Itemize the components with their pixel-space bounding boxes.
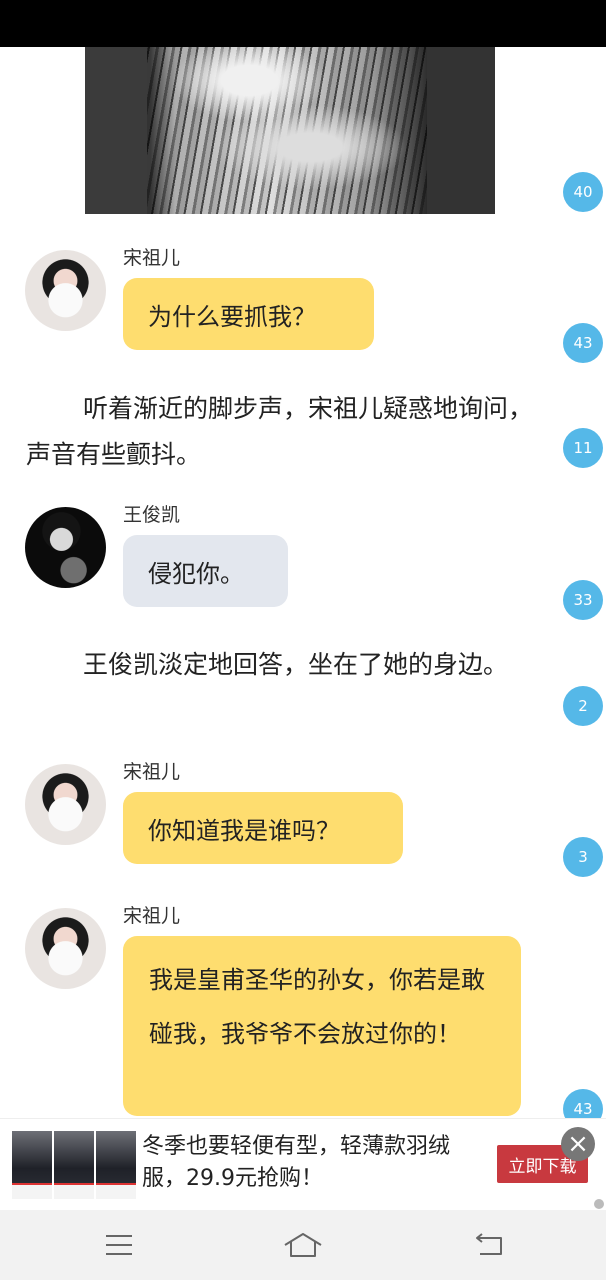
ad-product-image — [54, 1131, 94, 1199]
home-icon[interactable] — [283, 1225, 323, 1265]
ad-product-image — [12, 1131, 52, 1199]
comment-count-badge[interactable]: 3 — [563, 837, 603, 877]
avatar-wang-junkai[interactable] — [25, 507, 106, 588]
status-bar — [0, 0, 606, 47]
back-icon[interactable] — [468, 1225, 508, 1265]
speaker-name: 宋祖儿 — [123, 247, 181, 269]
comment-count-badge[interactable]: 33 — [563, 580, 603, 620]
comment-count-badge[interactable]: 40 — [563, 172, 603, 212]
avatar-song-zuer[interactable] — [25, 250, 106, 331]
narration-text: 王俊凯淡定地回答，坐在了她的身边。 — [83, 650, 509, 679]
narration-text: 听着渐近的脚步声，宋祖儿疑惑地询问，声音有些颤抖。 — [26, 394, 534, 469]
speaker-name: 宋祖儿 — [123, 761, 181, 783]
comment-count-badge[interactable]: 43 — [563, 323, 603, 363]
avatar-song-zuer[interactable] — [25, 908, 106, 989]
chat-bubble[interactable]: 你知道我是谁吗？ — [123, 792, 403, 864]
comment-count-badge[interactable]: 11 — [563, 428, 603, 468]
ad-info-icon[interactable] — [594, 1199, 604, 1209]
chat-bubble[interactable]: 我是皇甫圣华的孙女，你若是敢碰我，我爷爷不会放过你的！ — [123, 936, 521, 1116]
ad-text: 冬季也要轻便有型，轻薄款羽绒服，29.9元抢购！ — [142, 1134, 451, 1191]
speaker-name: 王俊凯 — [123, 504, 181, 526]
ad-product-image — [96, 1131, 136, 1199]
story-image[interactable] — [85, 47, 495, 214]
comment-count-badge[interactable]: 2 — [563, 686, 603, 726]
close-icon[interactable]: × — [561, 1127, 595, 1161]
menu-icon[interactable] — [99, 1225, 139, 1265]
chat-bubble[interactable]: 为什么要抓我？ — [123, 278, 374, 350]
navigation-bar — [0, 1210, 606, 1280]
ad-banner[interactable]: 冬季也要轻便有型，轻薄款羽绒服，29.9元抢购！ 立即下载 × — [0, 1118, 606, 1209]
chat-bubble[interactable]: 侵犯你。 — [123, 535, 288, 607]
speaker-name: 宋祖儿 — [123, 905, 181, 927]
avatar-song-zuer[interactable] — [25, 764, 106, 845]
